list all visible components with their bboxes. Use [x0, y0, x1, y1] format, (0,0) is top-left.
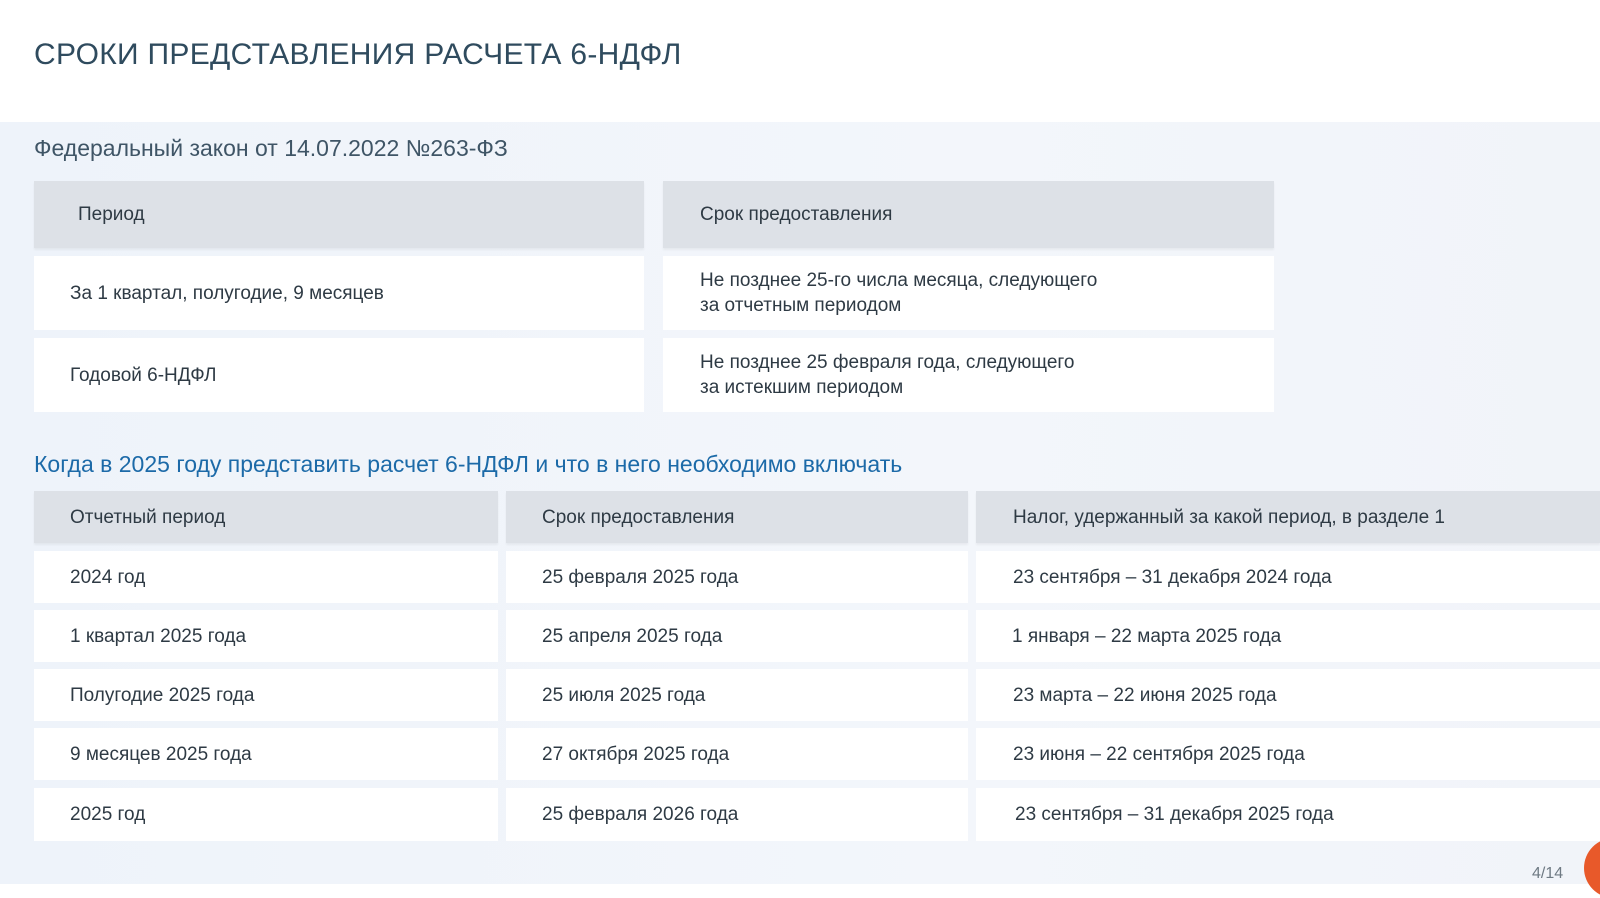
page-title: СРОКИ ПРЕДСТАВЛЕНИЯ РАСЧЕТА 6-НДФЛ — [34, 38, 682, 71]
table-cell-tax-period: 23 июня – 22 сентября 2025 года — [976, 728, 1600, 780]
table-cell-deadline: 27 октября 2025 года — [506, 728, 968, 780]
table-header-deadline: Срок предоставления — [663, 181, 1274, 248]
table-cell-tax-period: 23 сентября – 31 декабря 2025 года — [976, 788, 1600, 841]
deadline-text-line: за истекшим периодом — [700, 377, 904, 398]
table-cell-reporting-period: 1 квартал 2025 года — [34, 610, 498, 662]
table-cell-reporting-period: Полугодие 2025 года — [34, 669, 498, 721]
law-reference: Федеральный закон от 14.07.2022 №263-ФЗ — [34, 135, 508, 161]
table-header-period: Период — [34, 181, 644, 248]
table-cell-deadline: 25 апреля 2025 года — [506, 610, 968, 662]
deadline-text-line: за отчетным периодом — [700, 295, 902, 316]
deadline-text-line: Не позднее 25 февраля года, следующего — [700, 352, 1075, 373]
page-number: 4/14 — [1532, 865, 1564, 882]
table-cell-deadline: Не позднее 25-го числа месяца, следующег… — [663, 256, 1274, 330]
table-cell-tax-period: 1 января – 22 марта 2025 года — [976, 610, 1600, 662]
table-cell-deadline: Не позднее 25 февраля года, следующего з… — [663, 338, 1274, 412]
table-cell-deadline: 25 июля 2025 года — [506, 669, 968, 721]
table-header-deadline: Срок предоставления — [506, 491, 968, 543]
table-cell-deadline: 25 февраля 2026 года — [506, 788, 968, 841]
table-cell-reporting-period: 2025 год — [34, 788, 498, 841]
table-cell-tax-period: 23 марта – 22 июня 2025 года — [976, 669, 1600, 721]
deadline-text-line: Не позднее 25-го числа месяца, следующег… — [700, 270, 1098, 291]
table-header-tax-period: Налог, удержанный за какой период, в раз… — [976, 491, 1600, 543]
table-cell-reporting-period: 9 месяцев 2025 года — [34, 728, 498, 780]
table-cell-reporting-period: 2024 год — [34, 551, 498, 603]
section-subtitle: Когда в 2025 году представить расчет 6-Н… — [34, 451, 903, 477]
table-cell-tax-period: 23 сентября – 31 декабря 2024 года — [976, 551, 1600, 603]
table-cell-period: За 1 квартал, полугодие, 9 месяцев — [34, 256, 644, 330]
table-cell-period: Годовой 6-НДФЛ — [34, 338, 644, 412]
table-header-reporting-period: Отчетный период — [34, 491, 498, 543]
slide-header: СРОКИ ПРЕДСТАВЛЕНИЯ РАСЧЕТА 6-НДФЛ — [0, 0, 1600, 122]
table-cell-deadline: 25 февраля 2025 года — [506, 551, 968, 603]
